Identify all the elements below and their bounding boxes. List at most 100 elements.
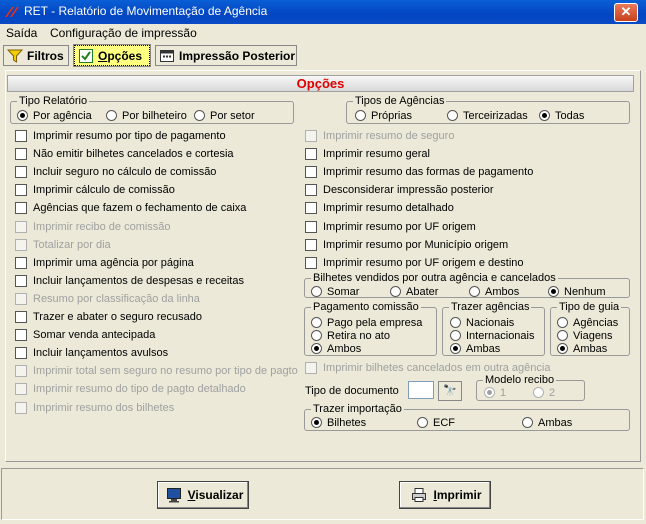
radio-tipos-agencias-todas[interactable]: Todas [539,109,584,122]
radio-dot [484,387,495,398]
radio-label: Por agência [33,109,92,122]
checkbox-nao-emitir-bilhetes-cancelados-e-cortesia[interactable]: Não emitir bilhetes cancelados e cortesi… [15,147,234,161]
radio-tipo-relatorio-por-setor[interactable]: Por setor [194,109,255,122]
radio-dot [311,286,322,297]
radio-dot [522,417,533,428]
checkbox-agencias-que-fazem-o-fechamento-de-caixa[interactable]: Agências que fazem o fechamento de caixa [15,201,246,215]
radio-modelo-recibo-2[interactable]: 2 [533,386,555,399]
checkbox-box [305,220,317,233]
tab-filtros[interactable]: Filtros [3,45,69,66]
checkbox-label: Imprimir resumo por tipo de pagamento [33,130,226,142]
radio-bilhetes-vendidos-somar[interactable]: Somar [311,285,359,298]
radio-dot [390,286,401,297]
checkbox-imprimir-calculo-de-comissao[interactable]: Imprimir cálculo de comissão [15,183,175,197]
checkbox-imprimir-resumo-por-tipo-de-pagamento[interactable]: Imprimir resumo por tipo de pagamento [15,129,226,143]
visualizar-button[interactable]: Visualizar [157,481,249,509]
radio-dot [311,417,322,428]
checkbox-label: Incluir seguro no cálculo de comissão [33,166,217,179]
checkbox-imprimir-uma-agencia-por-pagina[interactable]: Imprimir uma agência por página [15,256,194,270]
checkbox-imprimir-resumo-do-tipo-de-pagto-detalhado[interactable]: Imprimir resumo do tipo de pagto detalha… [15,382,246,396]
radio-tipo-guia-viagens[interactable]: Viagens [557,329,613,342]
radio-bilhetes-vendidos-abater[interactable]: Abater [390,285,438,298]
radio-label: Abater [406,285,439,298]
radio-label: Nenhum [564,285,606,298]
checkbox-somar-venda-antecipada[interactable]: Somar venda antecipada [15,328,155,342]
checkbox-desconsiderar-impressao-posterior[interactable]: Desconsiderar impressão posterior [305,183,494,197]
checkbox-box [15,401,27,414]
radio-trazer-importacao-ambas[interactable]: Ambas [522,416,572,429]
checkbox-box [15,220,27,233]
radio-trazer-importacao-bilhetes[interactable]: Bilhetes [311,416,366,429]
close-button[interactable]: ✕ [614,3,638,22]
tipos-agencias-legend: Tipos de Agências [353,95,447,107]
checkbox-imprimir-resumo-geral[interactable]: Imprimir resumo geral [305,147,430,161]
checkbox-label: Resumo por classificação da linha [33,292,200,305]
checkbox-label: Imprimir resumo por Município origem [323,238,509,251]
checkbox-box [305,166,317,179]
menu-configuracao-impressao[interactable]: Configuração de impressão [50,26,197,40]
checkbox-box [15,238,27,251]
radio-label: Por setor [210,109,255,122]
radio-trazer-importacao-ecf[interactable]: ECF [417,416,455,429]
tipo-documento-input[interactable] [408,381,434,399]
radio-tipo-relatorio-por-agencia[interactable]: Por agência [17,109,92,122]
tab-impressao-posterior[interactable]: Impressão Posterior [155,45,297,66]
radio-bilhetes-vendidos-nenhum[interactable]: Nenhum [548,285,606,298]
checkbox-cancelados-outra-agencia[interactable]: Imprimir bilhetes cancelados em outra ag… [305,361,550,375]
radio-trazer-agencias-internacionais[interactable]: Internacionais [450,329,535,342]
checkbox-imprimir-total-sem-seguro-no-resumo-por-tipo-de-pagto[interactable]: Imprimir total sem seguro no resumo por … [15,364,298,378]
radio-modelo-recibo-1[interactable]: 1 [484,386,506,399]
radio-tipo-guia-agencias[interactable]: Agências [557,316,618,329]
radio-pagamento-comissao-ambos[interactable]: Ambos [311,342,361,355]
checkbox-label: Trazer e abater o seguro recusado [33,311,202,323]
checkbox-box [15,130,27,142]
imprimir-button[interactable]: Imprimir [399,481,491,509]
checkbox-incluir-lancamentos-de-despesas-e-receitas[interactable]: Incluir lançamentos de despesas e receit… [15,274,244,288]
checkbox-box [15,329,27,342]
radio-label: Viagens [573,329,613,342]
tab-opcoes[interactable]: Opções [73,44,151,67]
radio-bilhetes-vendidos-ambos[interactable]: Ambos [469,285,519,298]
radio-tipos-agencias-proprias[interactable]: Próprias [355,109,412,122]
checkbox-label: Imprimir recibo de comissão [33,220,171,233]
checkbox-imprimir-resumo-de-seguro[interactable]: Imprimir resumo de seguro [305,129,454,143]
checkbox-label: Incluir lançamentos de despesas e receit… [33,274,244,287]
checkbox-box [15,148,27,161]
radio-trazer-agencias-nacionais[interactable]: Nacionais [450,316,514,329]
radio-label: Ambos [485,285,520,298]
checkbox-trazer-e-abater-o-seguro-recusado[interactable]: Trazer e abater o seguro recusado [15,310,202,324]
close-icon: ✕ [620,4,632,19]
checkbox-imprimir-resumo-das-formas-de-pagamento[interactable]: Imprimir resumo das formas de pagamento [305,165,533,179]
checkbox-imprimir-resumo-por-uf-origem[interactable]: Imprimir resumo por UF origem [305,220,476,234]
printer-icon [412,488,427,502]
radio-tipo-guia-ambas[interactable]: Ambas [557,342,607,355]
radio-label: Internacionais [466,329,535,342]
checkbox-checked-icon [79,48,93,63]
radio-label: Ambas [466,342,501,355]
tipo-documento-search-button[interactable]: 🔭 [438,381,462,401]
checkbox-incluir-seguro-no-calculo-de-comissao[interactable]: Incluir seguro no cálculo de comissão [15,165,216,179]
radio-tipos-agencias-terceirizadas[interactable]: Terceirizadas [447,109,528,122]
checkbox-imprimir-resumo-por-uf-origem-e-destino[interactable]: Imprimir resumo por UF origem e destino [305,256,524,270]
radio-pagamento-comissao-retira-no-ato[interactable]: Retira no ato [311,329,390,342]
radio-dot [539,110,550,121]
checkbox-imprimir-resumo-dos-bilhetes[interactable]: Imprimir resumo dos bilhetes [15,401,174,415]
checkbox-imprimir-resumo-detalhado[interactable]: Imprimir resumo detalhado [305,201,454,215]
checkbox-incluir-lancamentos-avulsos[interactable]: Incluir lançamentos avulsos [15,346,168,360]
checkbox-label: Imprimir cálculo de comissão [33,184,175,197]
visualizar-label: Visualizar [187,488,244,502]
radio-trazer-agencias-ambas[interactable]: Ambas [450,342,500,355]
checkbox-label: Imprimir resumo das formas de pagamento [323,166,534,179]
panel-title: Opções [7,75,634,92]
checkbox-resumo-por-classificacao-da-linha[interactable]: Resumo por classificação da linha [15,292,200,306]
menu-saida[interactable]: Saída [6,26,37,40]
checkbox-label: Imprimir resumo por UF origem [323,220,476,233]
checkbox-imprimir-recibo-de-comissao[interactable]: Imprimir recibo de comissão [15,220,171,234]
menu-bar: Saída Configuração de impressão [0,24,646,42]
radio-label: Agências [573,316,619,329]
checkbox-imprimir-resumo-por-municipio-origem[interactable]: Imprimir resumo por Município origem [305,238,508,252]
radio-pagamento-comissao-pago-pela-empresa[interactable]: Pago pela empresa [311,316,422,329]
checkbox-box [15,347,27,360]
radio-tipo-relatorio-por-bilheteiro[interactable]: Por bilheteiro [106,109,187,122]
checkbox-totalizar-por-dia[interactable]: Totalizar por dia [15,238,111,252]
